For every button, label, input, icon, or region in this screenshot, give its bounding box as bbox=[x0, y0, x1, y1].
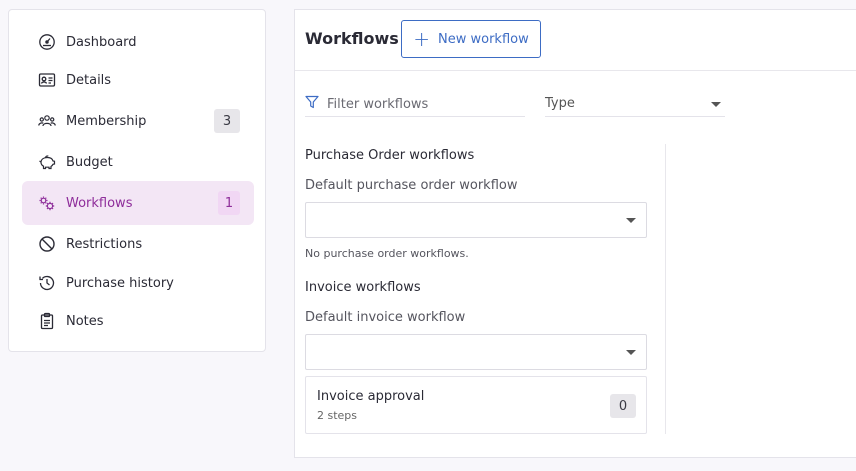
workflow-gears-icon bbox=[38, 194, 56, 212]
column-divider bbox=[665, 144, 666, 434]
filter-icon bbox=[305, 95, 319, 109]
chevron-down-icon bbox=[626, 218, 636, 223]
invoice-section-title: Invoice workflows bbox=[305, 280, 421, 295]
sidebar-item-workflows[interactable]: Workflows 1 bbox=[22, 181, 254, 225]
invoice-workflow-card[interactable]: Invoice approval 2 steps 0 bbox=[305, 376, 647, 434]
sidebar-item-label: Membership bbox=[66, 113, 147, 129]
filter-workflows-input[interactable] bbox=[327, 94, 517, 114]
purchase-order-section-title: Purchase Order workflows bbox=[305, 148, 475, 163]
default-purchase-order-label: Default purchase order workflow bbox=[305, 178, 518, 193]
filter-workflows bbox=[305, 94, 525, 117]
prohibited-icon bbox=[38, 235, 56, 253]
sidebar-item-label: Purchase history bbox=[66, 275, 174, 291]
sidebar-item-details[interactable]: Details bbox=[22, 58, 254, 102]
sidebar-item-restrictions[interactable]: Restrictions bbox=[22, 222, 254, 266]
chevron-down-icon bbox=[626, 350, 636, 355]
sidebar-item-notes[interactable]: Notes bbox=[22, 299, 254, 343]
workflow-steps: 2 steps bbox=[317, 409, 358, 422]
id-card-icon bbox=[38, 71, 56, 89]
workflow-count-badge: 0 bbox=[610, 394, 636, 418]
sidebar-item-budget[interactable]: Budget bbox=[22, 140, 254, 184]
sidebar-item-label: Dashboard bbox=[66, 34, 137, 50]
workflows-count-badge: 1 bbox=[218, 191, 240, 215]
plus-icon: + bbox=[413, 27, 431, 51]
sidebar: Dashboard Details Membership 3 Budget Wo… bbox=[8, 9, 266, 352]
sidebar-item-label: Details bbox=[66, 72, 112, 88]
sidebar-item-membership[interactable]: Membership 3 bbox=[22, 99, 254, 143]
piggy-bank-icon bbox=[38, 153, 56, 171]
panel-header: Workflows + New workflow bbox=[295, 10, 856, 71]
clipboard-icon bbox=[38, 312, 56, 330]
new-workflow-button[interactable]: + New workflow bbox=[401, 20, 541, 58]
chevron-down-icon bbox=[711, 102, 721, 107]
default-invoice-select[interactable] bbox=[305, 334, 647, 370]
type-select[interactable]: Type bbox=[545, 94, 725, 117]
sidebar-item-label: Notes bbox=[66, 313, 104, 329]
dashboard-gauge-icon bbox=[38, 33, 56, 51]
type-select-label: Type bbox=[545, 96, 575, 111]
sidebar-item-label: Budget bbox=[66, 154, 113, 170]
default-invoice-label: Default invoice workflow bbox=[305, 310, 466, 325]
no-purchase-order-workflows-note: No purchase order workflows. bbox=[305, 247, 469, 260]
page-title: Workflows bbox=[305, 29, 399, 48]
sidebar-item-label: Workflows bbox=[66, 195, 133, 211]
new-workflow-label: New workflow bbox=[438, 31, 529, 47]
membership-count-badge: 3 bbox=[214, 109, 240, 133]
workflow-name: Invoice approval bbox=[317, 389, 425, 404]
sidebar-item-label: Restrictions bbox=[66, 236, 143, 252]
workflows-panel: Workflows + New workflow Type Purchase O… bbox=[294, 9, 856, 458]
history-icon bbox=[38, 274, 56, 292]
default-purchase-order-select[interactable] bbox=[305, 202, 647, 238]
users-icon bbox=[38, 112, 56, 130]
